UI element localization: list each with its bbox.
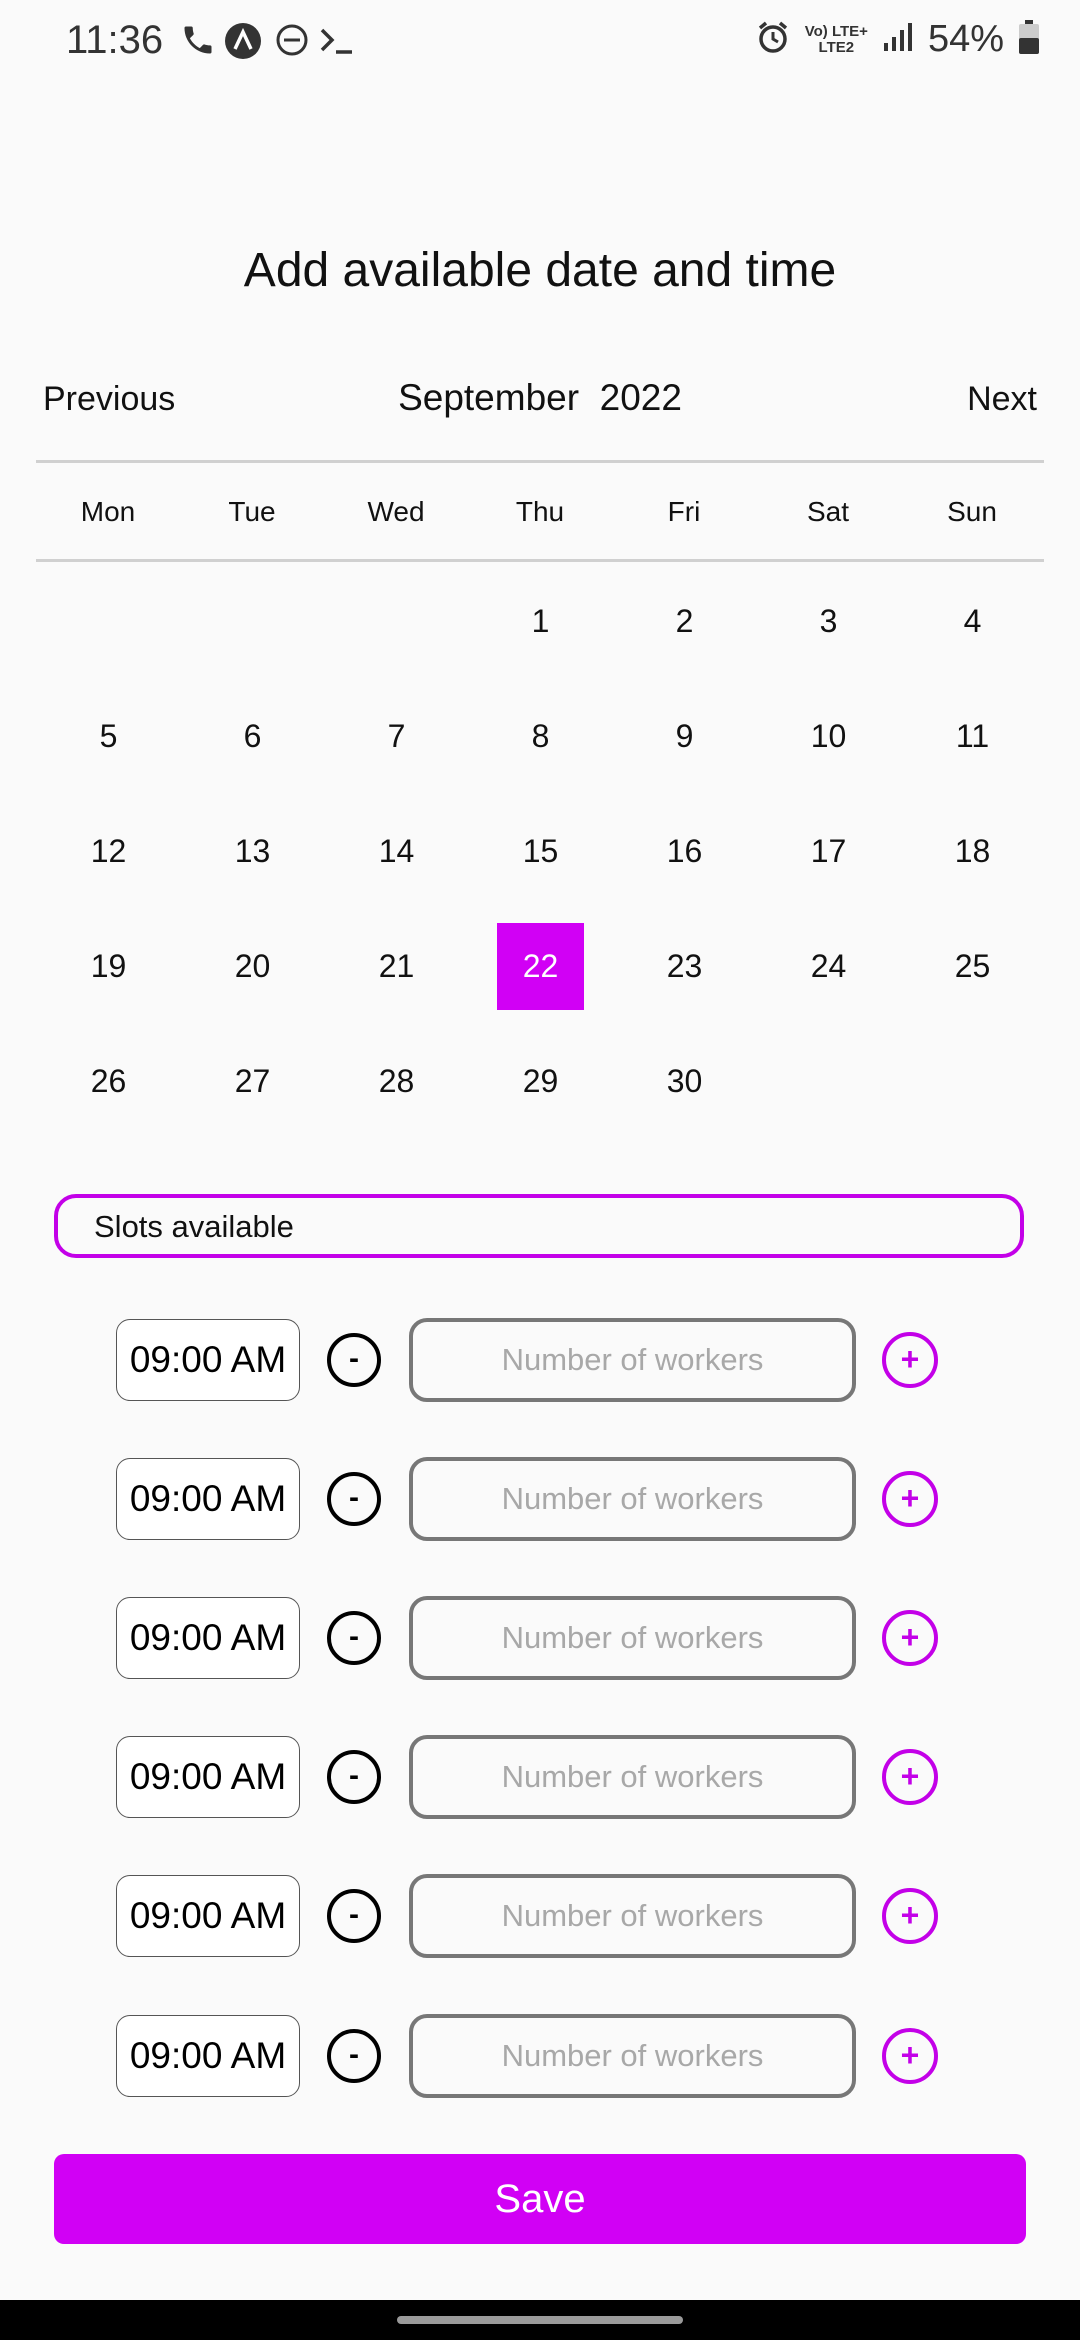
network-top-text: Vo) LTE+ xyxy=(804,22,868,40)
status-bar: 11:36 Vo) LTE+ LTE2 54% xyxy=(0,0,1080,84)
calendar-day[interactable]: 20 xyxy=(209,923,296,1010)
calendar-day[interactable]: 7 xyxy=(353,693,440,780)
slot-time-picker[interactable]: 09:00 AM xyxy=(116,1597,300,1679)
calendar-day[interactable]: 30 xyxy=(641,1038,728,1125)
number-of-workers-input[interactable] xyxy=(409,2014,856,2098)
calendar-day[interactable]: 26 xyxy=(65,1038,152,1125)
network-bottom-text: LTE2 xyxy=(818,38,855,56)
calendar-day[interactable]: 3 xyxy=(785,578,872,665)
decrement-button[interactable]: - xyxy=(327,1472,381,1526)
calendar-day[interactable]: 19 xyxy=(65,923,152,1010)
slot-time-picker[interactable]: 09:00 AM xyxy=(116,1736,300,1818)
dnd-icon xyxy=(274,22,310,63)
save-button[interactable]: Save xyxy=(54,2154,1026,2244)
calendar-day[interactable]: 14 xyxy=(353,808,440,895)
weekday-label: Thu xyxy=(515,496,565,527)
increment-button[interactable]: + xyxy=(882,2028,938,2084)
calendar-day[interactable]: 8 xyxy=(497,693,584,780)
decrement-button[interactable]: - xyxy=(327,1750,381,1804)
slot-time-picker[interactable]: 09:00 AM xyxy=(116,1875,300,1957)
calendar-day[interactable]: 11 xyxy=(929,693,1016,780)
calendar-day[interactable]: 12 xyxy=(65,808,152,895)
weekday-label: Wed xyxy=(367,496,425,527)
network-indicator: Vo) LTE+ LTE2 xyxy=(804,22,868,56)
calendar-day[interactable]: 29 xyxy=(497,1038,584,1125)
status-right: Vo) LTE+ LTE2 54% xyxy=(755,18,1040,61)
increment-button[interactable]: + xyxy=(882,1471,938,1527)
increment-button[interactable]: + xyxy=(882,1749,938,1805)
calendar-day[interactable]: 23 xyxy=(641,923,728,1010)
divider xyxy=(36,559,1044,562)
decrement-button[interactable]: - xyxy=(327,1333,381,1387)
calendar-day[interactable]: 21 xyxy=(353,923,440,1010)
increment-button[interactable]: + xyxy=(882,1888,938,1944)
calendar-day[interactable]: 27 xyxy=(209,1038,296,1125)
status-time: 11:36 xyxy=(66,18,164,62)
month-label: September 2022 xyxy=(398,377,682,418)
calendar-day[interactable]: 1 xyxy=(497,578,584,665)
calendar-day[interactable]: 2 xyxy=(641,578,728,665)
signal-icon xyxy=(882,21,914,58)
calendar-day[interactable]: 28 xyxy=(353,1038,440,1125)
terminal-icon xyxy=(318,22,358,63)
decrement-button[interactable]: - xyxy=(327,1889,381,1943)
divider xyxy=(36,460,1044,463)
next-month-button[interactable]: Next xyxy=(967,380,1037,419)
weekday-label: Sun xyxy=(947,496,997,527)
alarm-icon xyxy=(755,19,791,60)
weekday-label: Tue xyxy=(228,496,276,527)
calendar-day[interactable]: 6 xyxy=(209,693,296,780)
weekday-label: Sat xyxy=(806,496,850,527)
slot-time-picker[interactable]: 09:00 AM xyxy=(116,2015,300,2097)
increment-button[interactable]: + xyxy=(882,1332,938,1388)
calendar-day[interactable]: 15 xyxy=(497,808,584,895)
calendar-day[interactable]: 25 xyxy=(929,923,1016,1010)
home-gesture-bar[interactable] xyxy=(397,2316,683,2324)
weekday-label: Mon xyxy=(80,496,136,527)
decrement-button[interactable]: - xyxy=(327,2029,381,2083)
decrement-button[interactable]: - xyxy=(327,1611,381,1665)
calendar-day[interactable]: 13 xyxy=(209,808,296,895)
slot-time-picker[interactable]: 09:00 AM xyxy=(116,1319,300,1401)
calendar-day-selected[interactable]: 22 xyxy=(497,923,584,1010)
calendar-day[interactable]: 9 xyxy=(641,693,728,780)
calendar-day[interactable]: 16 xyxy=(641,808,728,895)
calendar-day[interactable]: 10 xyxy=(785,693,872,780)
calendar-day[interactable]: 4 xyxy=(929,578,1016,665)
app-icon xyxy=(224,22,262,65)
weekday-label: Fri xyxy=(667,496,701,527)
slot-time-picker[interactable]: 09:00 AM xyxy=(116,1458,300,1540)
increment-button[interactable]: + xyxy=(882,1610,938,1666)
number-of-workers-input[interactable] xyxy=(409,1735,856,1819)
battery-icon xyxy=(1018,19,1040,60)
number-of-workers-input[interactable] xyxy=(409,1457,856,1541)
battery-percent: 54% xyxy=(927,18,1004,60)
calendar-day[interactable]: 5 xyxy=(65,693,152,780)
calendar-day[interactable]: 17 xyxy=(785,808,872,895)
calendar-day[interactable]: 18 xyxy=(929,808,1016,895)
number-of-workers-input[interactable] xyxy=(409,1596,856,1680)
slots-available-header: Slots available xyxy=(54,1194,1024,1258)
calendar-day[interactable]: 24 xyxy=(785,923,872,1010)
number-of-workers-input[interactable] xyxy=(409,1318,856,1402)
number-of-workers-input[interactable] xyxy=(409,1874,856,1958)
page-title: Add available date and time xyxy=(243,244,837,297)
phone-icon xyxy=(180,22,216,63)
